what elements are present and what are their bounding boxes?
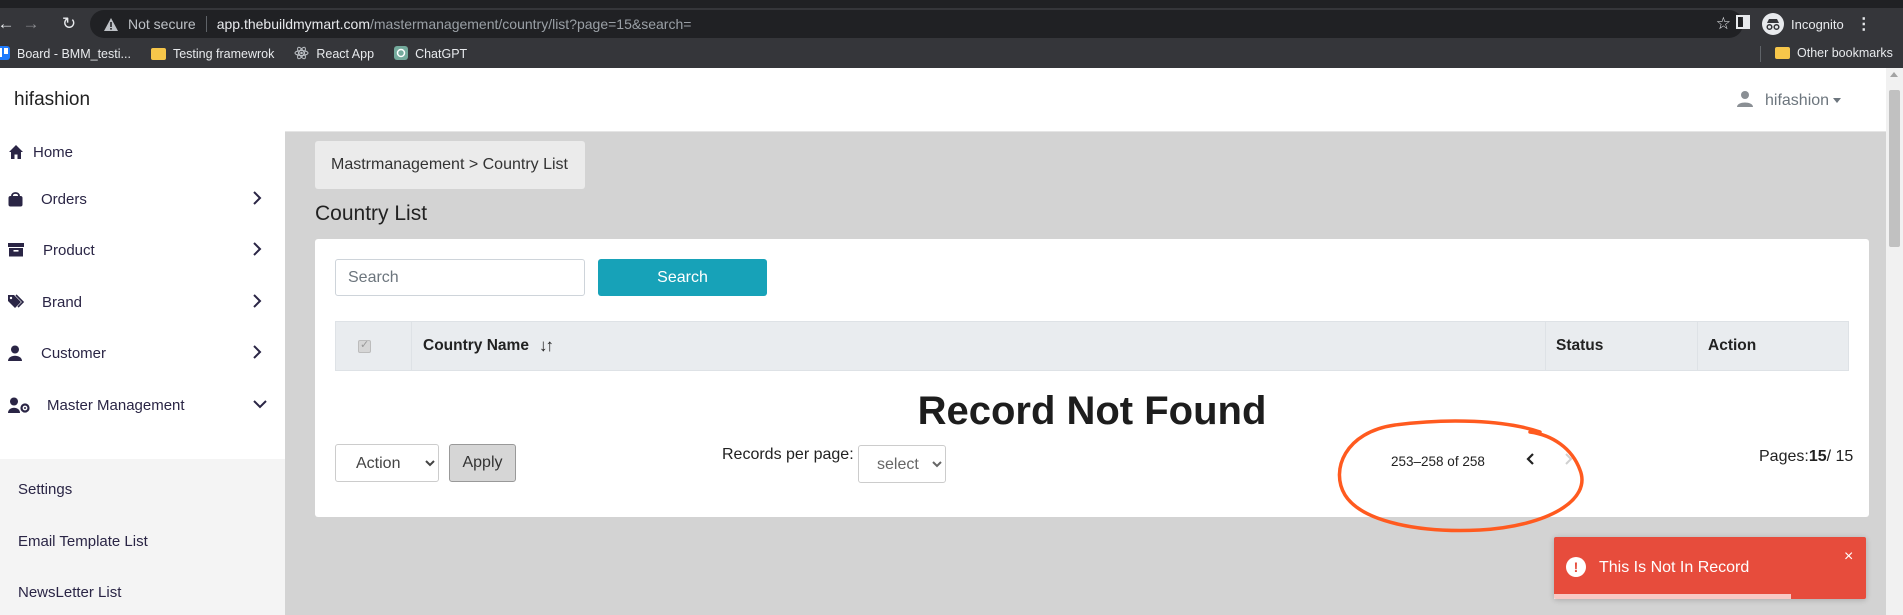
- user-icon: [8, 345, 26, 363]
- search-input[interactable]: [335, 259, 585, 296]
- records-per-page-label: Records per page:: [722, 446, 854, 463]
- sidebar-item-label: Customer: [41, 345, 107, 362]
- chevron-down-icon: [252, 396, 268, 414]
- sidebar-item-master-management[interactable]: Master Management: [0, 384, 285, 428]
- page-scrollbar[interactable]: [1886, 68, 1903, 615]
- address-bar[interactable]: Not secure app.thebuildmymart.com/master…: [90, 10, 1743, 38]
- bookmark-label: Board - BMM_testi...: [17, 47, 131, 61]
- folder-icon: [1775, 47, 1790, 59]
- sidebar-item-label: Orders: [41, 191, 87, 208]
- sidebar-item-label: Master Management: [47, 397, 185, 414]
- browser-tabstrip: [0, 0, 1903, 8]
- sidebar-item-customer[interactable]: Customer: [0, 332, 285, 376]
- tags-icon: [8, 294, 26, 312]
- chatgpt-icon: [394, 45, 409, 63]
- total-pages: / 15: [1826, 448, 1854, 465]
- app-header: hifashion hifashion: [0, 68, 1886, 132]
- chevron-right-icon: [252, 190, 268, 208]
- shopping-bag-icon: [8, 191, 26, 209]
- incognito-icon: [1762, 13, 1784, 35]
- pagination-range: 253–258 of 258: [1391, 454, 1485, 469]
- bookmark-label: Testing framewrok: [172, 47, 275, 61]
- chevron-right-icon: [252, 241, 268, 259]
- column-header-label: Country Name: [423, 337, 529, 354]
- sidebar-item-orders[interactable]: Orders: [0, 178, 285, 222]
- user-gear-icon: [8, 397, 30, 415]
- sidebar-item-brand[interactable]: Brand: [0, 281, 285, 325]
- column-header-status[interactable]: Status: [1556, 322, 1603, 370]
- column-header-action: Action: [1708, 337, 1757, 354]
- scrollbar-thumb[interactable]: [1889, 90, 1900, 247]
- url-host: app.thebuildmymart.com: [216, 16, 370, 32]
- bookmark-react-app[interactable]: React App: [294, 46, 374, 63]
- sidebar: Home Orders Product Brand Customer Maste…: [0, 131, 285, 615]
- toast-progress-bar: [1554, 594, 1792, 599]
- sidebar-item-label: Home: [33, 144, 74, 161]
- reload-icon[interactable]: ↻: [55, 10, 83, 38]
- page-title: Country List: [315, 202, 428, 225]
- warning-icon: [102, 15, 120, 33]
- bookmark-chatgpt[interactable]: ChatGPT: [394, 45, 468, 63]
- react-icon: [294, 46, 309, 63]
- browser-menu-icon[interactable]: ⋮: [1856, 14, 1872, 34]
- column-header-country-name[interactable]: Country Name ↓↑: [423, 322, 554, 370]
- breadcrumb: Mastrmanagement > Country List: [315, 141, 585, 189]
- user-name: hifashion: [1765, 92, 1830, 109]
- security-status: Not secure: [128, 16, 196, 32]
- select-all-checkbox[interactable]: [358, 322, 371, 370]
- user-icon: [1737, 90, 1753, 112]
- submenu-item-settings[interactable]: Settings: [18, 481, 72, 498]
- bookmark-label: React App: [316, 47, 375, 61]
- bookmark-label: ChatGPT: [415, 47, 468, 61]
- records-per-page-select[interactable]: select: [858, 445, 946, 483]
- bookmark-board[interactable]: Board - BMM_testi...: [0, 45, 131, 63]
- master-management-submenu: Settings Email Template List NewsLetter …: [0, 459, 285, 615]
- error-toast: ! This Is Not In Record ×: [1554, 537, 1866, 599]
- submenu-item-email-template-list[interactable]: Email Template List: [18, 533, 148, 550]
- apply-button[interactable]: Apply: [449, 444, 516, 482]
- archive-box-icon: [8, 242, 26, 260]
- other-bookmarks-label: Other bookmarks: [1797, 46, 1893, 60]
- url-path: /mastermanagement/country/list?page=15&s…: [370, 16, 692, 32]
- previous-page-icon[interactable]: [1524, 451, 1538, 469]
- brand-name[interactable]: hifashion: [14, 89, 90, 111]
- sort-icon[interactable]: ↓↑: [539, 336, 554, 356]
- trello-icon: [0, 45, 10, 63]
- scroll-up-icon[interactable]: [1890, 72, 1898, 77]
- incognito-profile[interactable]: Incognito: [1762, 13, 1844, 35]
- folder-icon: [150, 48, 166, 60]
- search-button[interactable]: Search: [598, 259, 767, 296]
- forward-icon[interactable]: →: [17, 10, 45, 38]
- chevron-right-icon: [252, 344, 268, 362]
- profile-label: Incognito: [1791, 16, 1844, 32]
- toast-message: This Is Not In Record: [1599, 559, 1750, 576]
- browser-toolbar: ← → ↻ Not secure app.thebuildmymart.com /…: [0, 8, 1903, 40]
- table-header: Country Name ↓↑ Status Action: [335, 321, 1849, 371]
- home-icon: [8, 144, 26, 162]
- bookmarks-bar: Board - BMM_testi... Testing framewrok R…: [0, 40, 1903, 68]
- user-menu[interactable]: hifashion: [1737, 90, 1842, 112]
- bookmark-testing-framework[interactable]: Testing framewrok: [150, 47, 275, 61]
- other-bookmarks[interactable]: Other bookmarks: [1775, 46, 1893, 60]
- current-page: 15: [1808, 448, 1827, 465]
- close-icon[interactable]: ×: [1844, 548, 1853, 566]
- next-page-icon[interactable]: [1563, 451, 1577, 469]
- sidebar-item-home[interactable]: Home: [0, 131, 285, 175]
- sidebar-item-product[interactable]: Product: [0, 229, 285, 273]
- side-panel-icon[interactable]: [1736, 14, 1750, 34]
- bulk-action-select[interactable]: Action: [335, 444, 439, 482]
- sidebar-item-label: Product: [43, 242, 95, 259]
- country-list-card: Search Country Name ↓↑ Status Action Rec…: [315, 239, 1869, 517]
- submenu-item-newsletter-list[interactable]: NewsLetter List: [18, 584, 121, 601]
- page-count: Pages:15/ 15: [1759, 448, 1853, 466]
- chevron-right-icon: [252, 293, 268, 311]
- bookmark-star-icon[interactable]: ☆: [1716, 14, 1731, 34]
- error-icon: !: [1566, 557, 1586, 577]
- pages-label: Pages:: [1759, 448, 1809, 465]
- empty-state-message: Record Not Found: [917, 389, 1267, 433]
- caret-down-icon: [1833, 98, 1842, 104]
- sidebar-item-label: Brand: [42, 294, 83, 311]
